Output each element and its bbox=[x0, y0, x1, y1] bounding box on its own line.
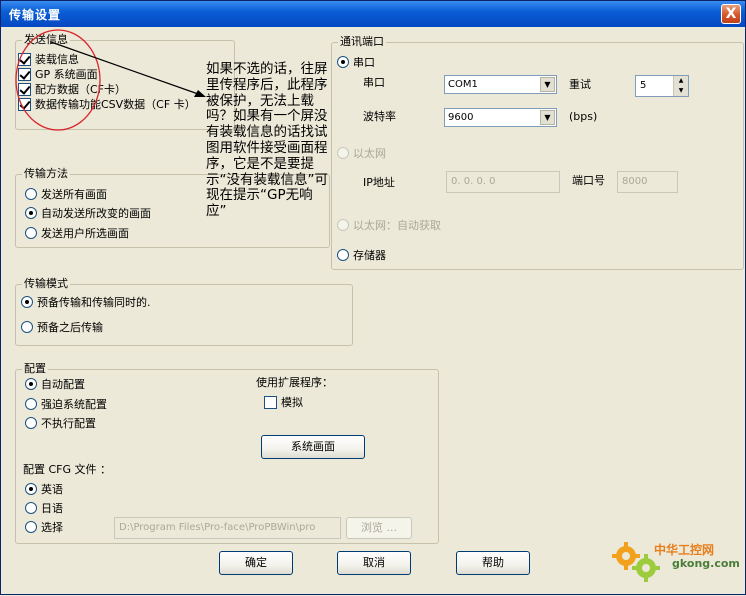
annotation-arrow bbox=[50, 41, 202, 96]
watermark: 中华工控网 gkong.com bbox=[612, 536, 740, 589]
annotation-overlay bbox=[15, 29, 206, 131]
watermark-line2: gkong.com bbox=[672, 557, 740, 570]
transfer-settings-dialog: 传输设置 X 发送信息 装载信息 GP 系统画面 配方数据（CF卡） 数据传输功… bbox=[0, 0, 746, 595]
watermark-line1: 中华工控网 bbox=[654, 543, 715, 557]
annotation-text: 如果不选的话，往屏里传程序后，此程序被保护，无法上载吗？如果有一个屏没有装载信息… bbox=[206, 61, 328, 220]
